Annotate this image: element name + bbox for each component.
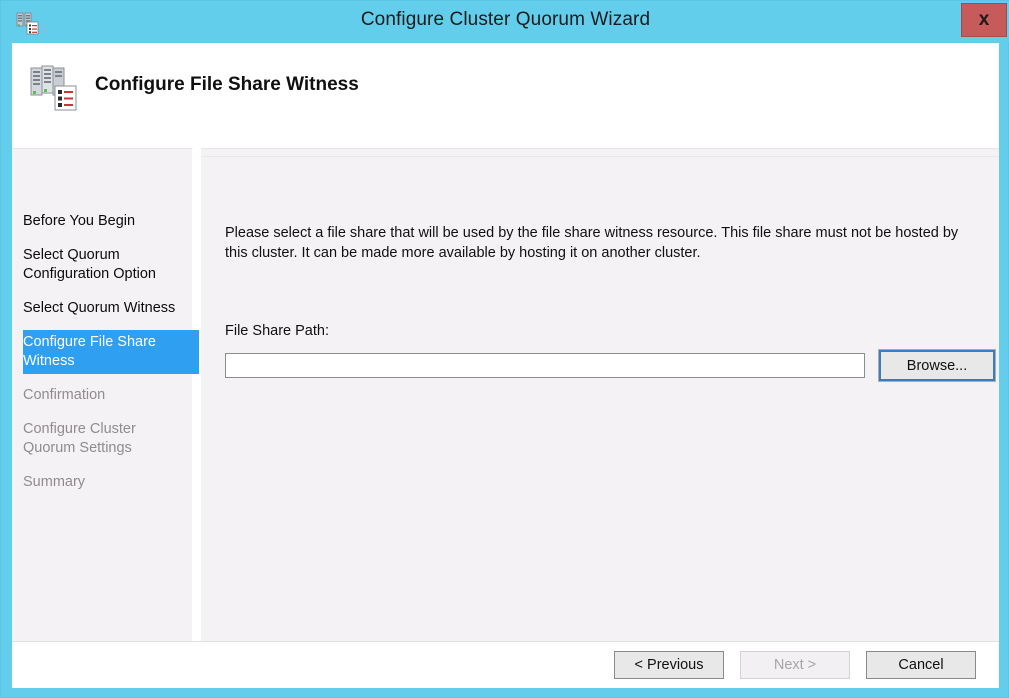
previous-button[interactable]: < Previous — [614, 651, 724, 679]
browse-button[interactable]: Browse... — [878, 349, 996, 382]
step-label: Before You Begin — [23, 213, 135, 229]
step-label: Configure File Share Witness — [23, 334, 156, 369]
sidebar-item-before-you-begin[interactable]: Before You Begin — [12, 209, 193, 234]
step-label: Select Quorum Witness — [23, 300, 175, 316]
next-button: Next > — [740, 651, 850, 679]
step-label: Configure Cluster Quorum Settings — [23, 421, 136, 456]
close-button[interactable]: x — [961, 3, 1007, 37]
footer-separator — [12, 641, 999, 642]
title-bar: Configure Cluster Quorum Wizard x — [1, 1, 1009, 43]
content-pane: Please select a file share that will be … — [201, 148, 999, 641]
step-label: Confirmation — [23, 387, 105, 403]
sidebar-item-select-quorum-witness[interactable]: Select Quorum Witness — [12, 296, 193, 321]
sidebar-item-confirmation[interactable]: Confirmation — [12, 383, 193, 408]
window-title: Configure Cluster Quorum Wizard — [1, 9, 1009, 31]
sidebar-item-summary[interactable]: Summary — [12, 470, 193, 495]
step-label: Summary — [23, 474, 85, 490]
content-inner: Please select a file share that will be … — [201, 156, 999, 643]
steps-list: Before You Begin Select Quorum Configura… — [12, 209, 193, 504]
page-header: Configure File Share Witness — [12, 43, 999, 144]
sidebar-item-configure-cluster-quorum-settings[interactable]: Configure Cluster Quorum Settings — [12, 417, 193, 461]
middle-region: Before You Begin Select Quorum Configura… — [12, 144, 999, 641]
dialog-footer: < Previous Next > Cancel — [12, 641, 999, 688]
dialog-body: Configure File Share Witness Before You … — [12, 43, 999, 688]
page-title: Configure File Share Witness — [95, 74, 359, 96]
cancel-button[interactable]: Cancel — [866, 651, 976, 679]
sidebar-item-select-quorum-configuration-option[interactable]: Select Quorum Configuration Option — [12, 243, 193, 287]
wizard-window: Configure Cluster Quorum Wizard x — [0, 0, 1009, 698]
file-share-path-input[interactable] — [225, 353, 865, 378]
cluster-servers-checklist-icon — [29, 62, 79, 112]
sidebar-item-configure-file-share-witness[interactable]: Configure File Share Witness — [23, 330, 199, 374]
file-share-path-label: File Share Path: — [225, 323, 329, 339]
intro-description: Please select a file share that will be … — [225, 223, 970, 263]
wizard-steps-sidebar: Before You Begin Select Quorum Configura… — [12, 148, 193, 641]
step-label: Select Quorum Configuration Option — [23, 247, 156, 282]
